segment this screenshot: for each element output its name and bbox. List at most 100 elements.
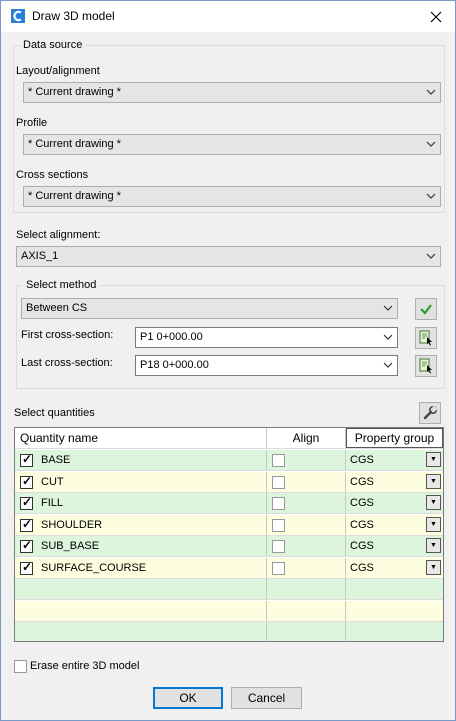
- ok-button-label: OK: [179, 691, 197, 705]
- align-checkbox[interactable]: [272, 540, 285, 553]
- dropdown-arrow-icon: ▼: [430, 563, 437, 571]
- align-checkbox[interactable]: [272, 561, 285, 575]
- chevron-down-icon: [383, 305, 393, 311]
- align-cell: [267, 514, 346, 535]
- erase-3d-model-checkbox[interactable]: [14, 660, 27, 673]
- layout-alignment-select[interactable]: * Current drawing *: [23, 82, 441, 103]
- table-row[interactable]: ✓ BASE CGS ▼: [15, 450, 443, 471]
- dropdown-arrow-icon: ▼: [430, 542, 437, 549]
- profile-select[interactable]: * Current drawing *: [23, 134, 441, 155]
- property-group-dropdown-button[interactable]: ▼: [426, 452, 441, 467]
- property-group-value: CGS: [350, 497, 374, 509]
- column-header-quantity-name[interactable]: Quantity name: [15, 428, 267, 448]
- window-title: Draw 3D model: [32, 9, 115, 23]
- close-button[interactable]: [417, 1, 455, 32]
- pick-first-cross-section-button[interactable]: [415, 327, 437, 349]
- chevron-down-icon: [426, 193, 436, 199]
- quantity-select-checkbox[interactable]: ✓: [20, 474, 33, 489]
- empty-cell: [267, 600, 346, 621]
- pick-in-drawing-icon: [419, 330, 432, 346]
- chevron-down-icon: [383, 362, 393, 368]
- column-header-align[interactable]: Align: [267, 428, 346, 448]
- property-group-cell[interactable]: CGS ▼: [346, 515, 443, 535]
- table-row[interactable]: ✓ SUB_BASE CGS ▼: [15, 536, 443, 557]
- title-bar: Draw 3D model: [1, 1, 455, 32]
- dropdown-arrow-icon: ▼: [430, 456, 437, 463]
- layout-alignment-value: * Current drawing *: [28, 86, 121, 98]
- quantity-select-checkbox[interactable]: ✓: [20, 560, 33, 575]
- dropdown-arrow-icon: ▼: [430, 499, 437, 506]
- quantity-select-checkbox[interactable]: ✓: [20, 495, 33, 510]
- first-cross-section-value: P1 0+000.00: [140, 331, 203, 343]
- checkmark-icon: ✓: [22, 495, 33, 509]
- align-checkbox[interactable]: [272, 518, 285, 532]
- empty-cell: [15, 622, 267, 641]
- align-checkbox[interactable]: [272, 475, 285, 489]
- quantity-name: SUB_BASE: [41, 540, 100, 552]
- empty-cell: [346, 601, 443, 621]
- column-header-property-group-text: Property group: [354, 431, 435, 445]
- table-row[interactable]: ✓ FILL CGS ▼: [15, 493, 443, 514]
- align-checkbox[interactable]: [272, 497, 285, 510]
- last-cross-section-value: P18 0+000.00: [140, 359, 209, 371]
- layout-alignment-label: Layout/alignment: [16, 65, 100, 77]
- quantity-select-checkbox[interactable]: ✓: [20, 517, 33, 532]
- quantity-select-checkbox[interactable]: ✓: [20, 538, 33, 553]
- quantity-name: SHOULDER: [41, 518, 103, 531]
- checkmark-icon: ✓: [22, 452, 33, 466]
- checkmark-icon: ✓: [22, 538, 33, 552]
- pick-in-drawing-icon: [419, 358, 432, 374]
- quantity-name: FILL: [41, 497, 64, 509]
- apply-method-button[interactable]: [415, 298, 437, 320]
- align-checkbox[interactable]: [272, 454, 285, 467]
- quantity-name-cell: ✓ SURFACE_COURSE: [15, 557, 267, 578]
- draw-3d-model-dialog: Draw 3D model Data source Layout/alignme…: [0, 0, 456, 721]
- property-group-dropdown-button[interactable]: ▼: [426, 516, 441, 532]
- select-method-legend: Select method: [23, 279, 100, 291]
- profile-label: Profile: [16, 117, 48, 129]
- quantity-name-cell: ✓ FILL: [15, 493, 267, 513]
- app-logo-icon: [11, 9, 25, 23]
- table-row[interactable]: ✓ SURFACE_COURSE CGS ▼: [15, 557, 443, 579]
- property-group-dropdown-button[interactable]: ▼: [426, 559, 441, 575]
- property-group-cell[interactable]: CGS ▼: [346, 450, 443, 470]
- align-cell: [267, 471, 346, 492]
- quantity-name-cell: ✓ CUT: [15, 471, 267, 492]
- empty-cell: [267, 579, 346, 599]
- empty-cell: [15, 579, 267, 599]
- align-cell: [267, 557, 346, 578]
- cancel-button[interactable]: Cancel: [231, 687, 302, 709]
- select-alignment-dropdown[interactable]: AXIS_1: [16, 246, 441, 267]
- quantity-settings-button[interactable]: [419, 402, 441, 424]
- quantity-name: BASE: [41, 454, 71, 466]
- select-quantities-label: Select quantities: [14, 407, 95, 419]
- cancel-button-label: Cancel: [247, 691, 286, 705]
- property-group-dropdown-button[interactable]: ▼: [426, 473, 441, 489]
- erase-3d-model-label: Erase entire 3D model: [30, 660, 140, 672]
- quantity-name: CUT: [41, 475, 64, 488]
- column-header-property-group[interactable]: Property group: [346, 428, 443, 448]
- property-group-cell[interactable]: CGS ▼: [346, 558, 443, 578]
- quantity-select-checkbox[interactable]: ✓: [20, 452, 33, 467]
- property-group-dropdown-button[interactable]: ▼: [426, 538, 441, 553]
- profile-value: * Current drawing *: [28, 138, 121, 150]
- method-select[interactable]: Between CS: [21, 298, 398, 319]
- first-cross-section-select[interactable]: P1 0+000.00: [135, 327, 398, 348]
- last-cross-section-select[interactable]: P18 0+000.00: [135, 355, 398, 376]
- empty-cell: [267, 622, 346, 641]
- table-row[interactable]: ✓ SHOULDER CGS ▼: [15, 514, 443, 536]
- ok-button[interactable]: OK: [153, 687, 223, 709]
- align-cell: [267, 536, 346, 556]
- property-group-cell[interactable]: CGS ▼: [346, 536, 443, 556]
- select-alignment-value: AXIS_1: [21, 250, 59, 262]
- property-group-value: CGS: [350, 518, 374, 531]
- data-source-legend: Data source: [20, 39, 86, 51]
- table-row[interactable]: ✓ CUT CGS ▼: [15, 471, 443, 493]
- property-group-cell[interactable]: CGS ▼: [346, 472, 443, 492]
- property-group-dropdown-button[interactable]: ▼: [426, 495, 441, 510]
- pick-last-cross-section-button[interactable]: [415, 355, 437, 377]
- last-cross-section-label: Last cross-section:: [21, 357, 113, 369]
- cross-sections-select[interactable]: * Current drawing *: [23, 186, 441, 207]
- dropdown-arrow-icon: ▼: [430, 477, 437, 485]
- property-group-cell[interactable]: CGS ▼: [346, 493, 443, 513]
